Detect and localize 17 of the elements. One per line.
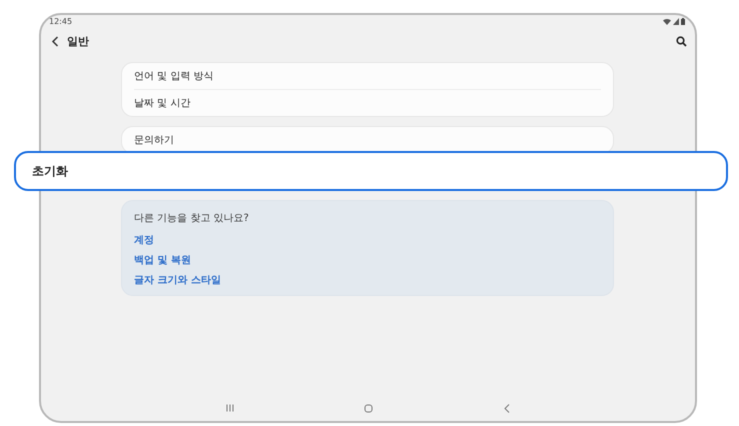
status-time: 12:45 [49,17,72,26]
suggestions-title: 다른 기능을 찾고 있나요? [134,212,249,225]
battery-icon [681,18,685,25]
signal-icon [673,18,679,25]
search-icon[interactable] [676,36,687,46]
settings-item[interactable]: 문의하기 [134,127,601,153]
settings-item[interactable]: 날짜 및 시간 [134,89,601,116]
home-icon[interactable] [364,404,374,412]
suggestion-link[interactable]: 백업 및 복원 [134,253,191,267]
suggestion-link[interactable]: 글자 크기와 스타일 [134,273,221,287]
reset-item[interactable]: 초기화 [14,151,728,191]
page-title: 일반 [67,34,90,48]
suggestion-link[interactable]: 계정 [134,233,154,247]
wifi-icon [663,18,671,25]
recent-apps-icon[interactable] [226,404,234,412]
settings-item[interactable]: 언어 및 입력 방식 [134,63,601,89]
back-icon[interactable] [51,36,59,46]
